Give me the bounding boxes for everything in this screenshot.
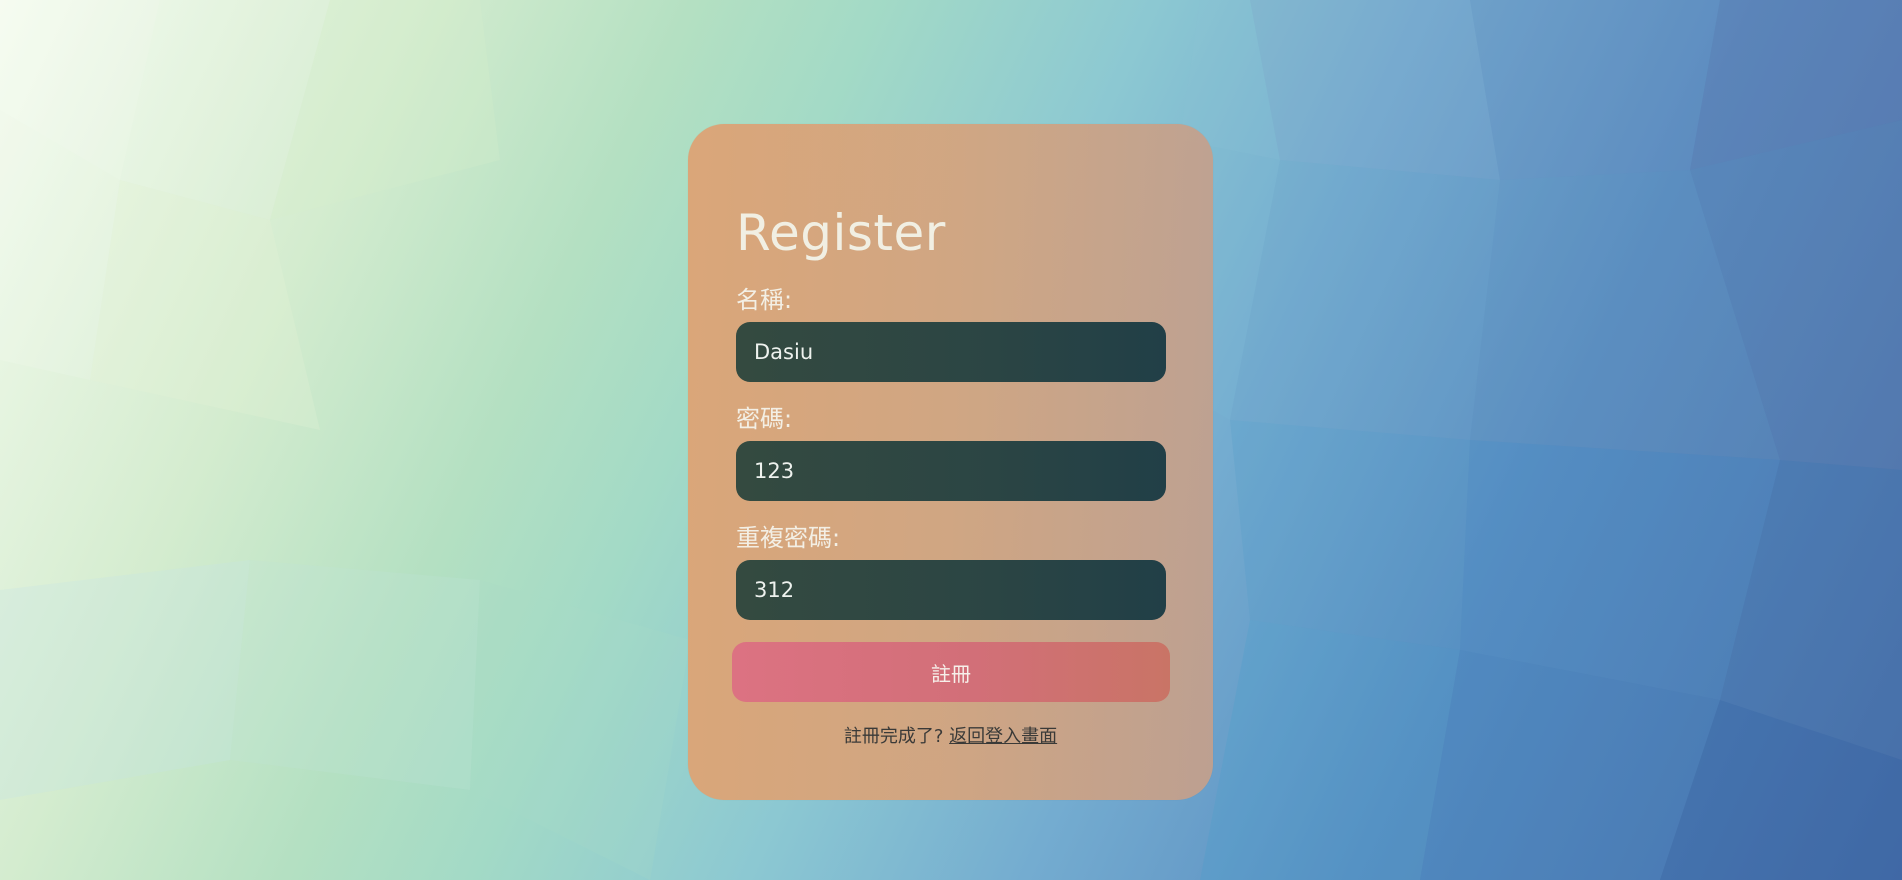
password-field[interactable]: 123 bbox=[736, 441, 1166, 501]
name-field[interactable]: Dasiu bbox=[736, 322, 1166, 382]
footer-text: 註冊完成了? bbox=[843, 726, 944, 747]
back-to-login-link[interactable]: 返回登入畫面 bbox=[949, 726, 1057, 747]
footer: 註冊完成了? 返回登入畫面 bbox=[688, 722, 1213, 748]
name-label: 名稱: bbox=[736, 286, 793, 314]
register-button[interactable]: 註冊 bbox=[732, 642, 1170, 702]
password-label: 密碼: bbox=[736, 405, 793, 433]
repeat-password-field[interactable]: 312 bbox=[736, 560, 1166, 620]
repeat-password-label: 重複密碼: bbox=[736, 524, 841, 552]
page-title: Register bbox=[736, 204, 946, 262]
register-card: Register 名稱: Dasiu 密碼: 123 重複密碼: 312 註冊 … bbox=[688, 124, 1213, 800]
